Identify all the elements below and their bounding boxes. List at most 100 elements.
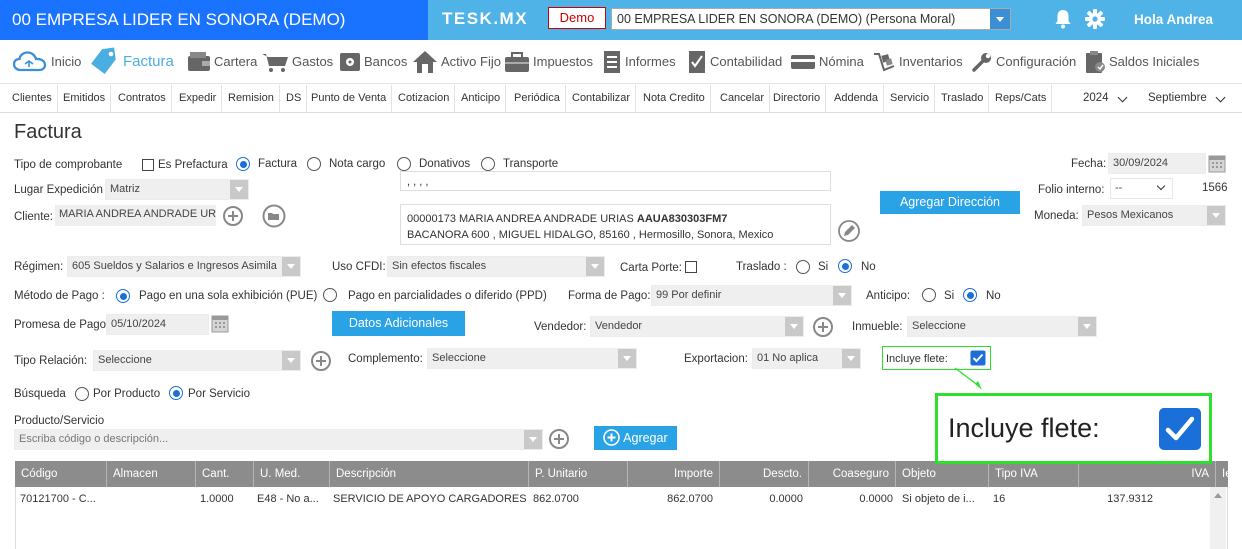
producto-search-input[interactable]: Escriba código o descripción... — [14, 429, 543, 450]
submenu-item-cotizacion[interactable]: Cotizacion — [393, 85, 456, 112]
producto-placeholder: Escriba código o descripción... — [19, 433, 169, 445]
submenu-item-emitidos[interactable]: Emitidos — [58, 85, 112, 112]
plus-circle-icon — [603, 429, 621, 446]
anticipo-si-radio[interactable] — [922, 288, 936, 302]
submenu-item-directorio[interactable]: Directorio — [768, 85, 827, 112]
gear-icon[interactable] — [1085, 9, 1105, 29]
anticipo-no-radio[interactable] — [963, 288, 977, 302]
column-header[interactable]: Descto. — [720, 461, 809, 487]
promesa-pago-input[interactable]: 05/10/2024 — [106, 314, 209, 335]
incluye-flete-checkbox[interactable] — [970, 350, 986, 366]
user-greeting[interactable]: Hola Andrea — [1134, 0, 1213, 40]
table-scrollbar[interactable] — [1210, 487, 1226, 549]
traslado-no-radio[interactable] — [838, 259, 852, 273]
tipo-factura-radio[interactable] — [236, 157, 250, 171]
regimen-select[interactable]: 605 Sueldos y Salarios e Ingresos Asimil… — [67, 256, 301, 277]
column-header[interactable]: IVA — [1079, 461, 1216, 487]
add-vendedor-icon[interactable] — [813, 317, 833, 337]
busqueda-servicio-radio[interactable] — [169, 386, 183, 400]
scroll-up-icon[interactable] — [1214, 493, 1222, 498]
submenu-item-cancelar[interactable]: Cancelar — [715, 85, 771, 112]
column-header[interactable]: U. Med. — [254, 461, 330, 487]
calendar-icon[interactable] — [1207, 153, 1227, 174]
tipo-donativos-radio[interactable] — [397, 157, 411, 171]
submenu-item-nota-credito[interactable]: Nota Credito — [638, 85, 711, 112]
agregar-direccion-button[interactable]: Agregar Dirección — [880, 191, 1020, 214]
moneda-select[interactable]: Pesos Mexicanos — [1082, 205, 1226, 226]
column-header[interactable]: Objeto — [896, 461, 989, 487]
inmueble-select[interactable]: Seleccione — [907, 316, 1097, 337]
forma-pago-select[interactable]: 99 Por definir — [651, 285, 852, 306]
complemento-select[interactable]: Seleccione — [427, 348, 637, 369]
datos-adicionales-button[interactable]: Datos Adicionales — [332, 311, 465, 336]
submenu-item-servicio[interactable]: Servicio — [885, 85, 936, 112]
column-header[interactable]: Almacen — [107, 461, 196, 487]
submenu-item-addenda[interactable]: Addenda — [829, 85, 885, 112]
metodo-ppd-radio[interactable] — [323, 288, 337, 302]
table-cell: 862.0700 — [667, 493, 713, 505]
cliente-input[interactable]: MARIA ANDREA ANDRADE URI — [55, 205, 216, 226]
folio-select[interactable]: -- — [1110, 178, 1173, 199]
column-header[interactable]: Ie — [1216, 461, 1242, 487]
bell-icon[interactable] — [1054, 9, 1072, 29]
folio-interno-label: Folio interno: — [1038, 184, 1105, 196]
menu-label: Cartera — [214, 54, 258, 69]
submenu-item-traslado[interactable]: Traslado — [936, 85, 990, 112]
menu-item-impuestos[interactable]: Impuestos — [504, 40, 593, 84]
submenu-item-reps-cats[interactable]: Reps/Cats — [990, 85, 1053, 112]
tipo-relacion-select[interactable]: Seleccione — [93, 350, 301, 371]
column-header[interactable]: Cant. — [196, 461, 254, 487]
carta-porte-checkbox[interactable] — [685, 261, 697, 273]
fecha-input[interactable]: 30/09/2024 — [1108, 153, 1206, 174]
submenu-item-ds[interactable]: DS — [281, 85, 308, 112]
add-producto-icon[interactable] — [549, 429, 569, 449]
menu-item-inventarios[interactable]: Inventarios — [872, 40, 963, 84]
add-cliente-icon[interactable] — [223, 206, 243, 226]
menu-item-gastos[interactable]: Gastos — [261, 40, 333, 84]
menu-item-informes[interactable]: Informes — [602, 40, 676, 84]
company-select[interactable]: 00 EMPRESA LIDER EN SONORA (DEMO) (Perso… — [611, 8, 1011, 30]
add-relacion-icon[interactable] — [311, 351, 331, 371]
submenu-item-anticipo[interactable]: Anticipo — [456, 85, 507, 112]
submenu-item-expedir[interactable]: Expedir — [174, 85, 223, 112]
busqueda-producto-radio[interactable] — [75, 387, 89, 401]
column-header[interactable]: Descripción — [330, 461, 529, 487]
tipo-nota-cargo-radio[interactable] — [307, 157, 321, 171]
menu-item-nomina[interactable]: Nómina — [790, 40, 864, 84]
vendedor-select[interactable]: Vendedor — [590, 316, 804, 337]
agregar-button[interactable]: Agregar — [594, 426, 677, 450]
column-header[interactable]: Coaseguro — [809, 461, 896, 487]
folder-open-icon[interactable] — [262, 204, 286, 228]
menu-item-cartera[interactable]: Cartera — [187, 40, 257, 84]
menu-item-configuracion[interactable]: Configuración — [971, 40, 1076, 84]
calendar-icon[interactable] — [210, 313, 230, 334]
exportacion-select[interactable]: 01 No aplica — [752, 348, 861, 369]
column-header[interactable]: Importe — [628, 461, 720, 487]
submenu-item-contabilizar[interactable]: Contabilizar — [567, 85, 637, 112]
menu-item-activo-fijo[interactable]: Activo Fijo — [412, 40, 501, 84]
uso-cfdi-select[interactable]: Sin efectos fiscales — [387, 256, 605, 277]
menu-item-factura[interactable]: Factura — [88, 40, 174, 84]
producto-servicio-label: Producto/Servicio — [14, 415, 105, 427]
submenu-item-clientes[interactable]: Clientes — [7, 85, 58, 112]
menu-item-saldos-iniciales[interactable]: Saldos Iniciales — [1084, 40, 1199, 84]
edit-pencil-icon[interactable] — [838, 220, 860, 242]
column-header[interactable]: Tipo IVA — [989, 461, 1079, 487]
column-header[interactable]: P. Unitario — [529, 461, 628, 487]
submenu-item-peri-dica[interactable]: Periódica — [509, 85, 566, 112]
menu-item-bancos[interactable]: Bancos — [339, 40, 407, 84]
tipo-transporte-radio[interactable] — [481, 157, 495, 171]
month-select[interactable]: Septiembre — [1142, 88, 1230, 109]
submenu-item-contratos[interactable]: Contratos — [113, 85, 172, 112]
month-select-value: Septiembre — [1148, 92, 1207, 104]
column-header[interactable]: Código — [15, 461, 107, 487]
menu-item-inicio[interactable]: Inicio — [12, 40, 81, 84]
lugar-expedicion-select[interactable]: Matriz — [105, 179, 249, 200]
traslado-si-radio[interactable] — [796, 260, 810, 274]
menu-item-contabilidad[interactable]: Contabilidad — [687, 40, 782, 84]
es-prefactura-checkbox[interactable] — [142, 159, 154, 171]
submenu-item-remision[interactable]: Remision — [223, 85, 280, 112]
metodo-pue-radio[interactable] — [116, 289, 130, 303]
submenu-item-punto-de-venta[interactable]: Punto de Venta — [306, 85, 393, 112]
year-select[interactable]: 2024 — [1077, 88, 1132, 109]
